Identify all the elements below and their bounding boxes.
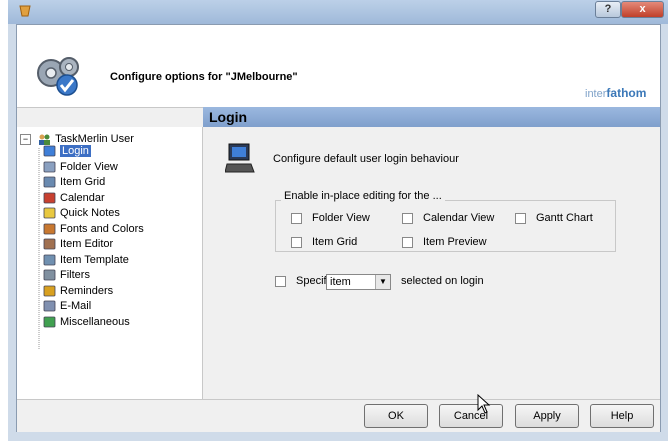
specify-checkbox[interactable]: Specify xyxy=(275,275,332,288)
login-description: Configure default user login behaviour xyxy=(273,153,459,165)
apply-button[interactable]: Apply xyxy=(515,404,579,428)
help-button[interactable]: Help xyxy=(590,404,654,428)
misc-icon xyxy=(43,316,56,328)
grid-icon xyxy=(43,176,56,188)
mouse-cursor-icon xyxy=(477,394,491,414)
specify-dropdown[interactable]: item ▼ xyxy=(326,274,391,290)
options-tree: − TaskMerlin User Login Folder View Item G… xyxy=(17,127,203,399)
calendar-view-checkbox-box[interactable] xyxy=(402,212,413,224)
gears-check-icon xyxy=(37,57,79,96)
item-preview-checkbox[interactable]: Item Preview xyxy=(402,236,487,249)
folder-view-checkbox-box[interactable] xyxy=(291,212,302,224)
chevron-down-icon[interactable]: ▼ xyxy=(375,275,390,289)
computer-icon xyxy=(225,143,255,173)
options-dialog-window: ? x Configure options for "JMelbourne" i… xyxy=(8,0,668,441)
page-title: Login xyxy=(203,107,660,127)
tree-item-item-grid[interactable]: Item Grid xyxy=(43,175,105,189)
fonts-icon xyxy=(43,223,56,235)
item-grid-checkbox-box[interactable] xyxy=(291,236,302,248)
tree-item-e-mail[interactable]: E-Mail xyxy=(43,299,91,313)
gantt-chart-checkbox-label: Gantt Chart xyxy=(536,212,593,224)
tree-item-label: E-Mail xyxy=(60,300,92,312)
tree-item-folder-view[interactable]: Folder View xyxy=(43,160,118,174)
calendar-icon xyxy=(43,192,56,204)
tree-item-label: Folder View xyxy=(60,160,118,173)
tree-item-calendar[interactable]: Calendar xyxy=(43,191,105,205)
title-help-button[interactable]: ? xyxy=(595,1,621,18)
folder-view-checkbox[interactable]: Folder View xyxy=(291,212,370,225)
tree-item-reminders[interactable]: Reminders xyxy=(43,284,113,298)
gantt-chart-checkbox-box[interactable] xyxy=(515,212,526,224)
title-close-button[interactable]: x xyxy=(621,1,664,18)
brand-small-text: inter xyxy=(585,88,607,100)
specify-suffix-label: selected on login xyxy=(401,275,484,287)
item-preview-checkbox-box[interactable] xyxy=(402,236,413,248)
tree-item-label: Reminders xyxy=(60,284,114,297)
ok-button[interactable]: OK xyxy=(364,404,428,428)
filter-icon xyxy=(43,269,56,281)
tree-item-item-template[interactable]: Item Template xyxy=(43,253,129,267)
calendar-view-checkbox-label: Calendar View xyxy=(423,212,495,224)
tree-item-label: Miscellaneous xyxy=(60,315,130,328)
tree-item-label: Quick Notes xyxy=(60,207,120,219)
editor-icon xyxy=(43,238,56,250)
app-icon xyxy=(19,5,31,17)
tree-item-label: Item Editor xyxy=(60,238,114,250)
specify-dropdown-value: item xyxy=(330,276,351,288)
tree-item-label: Calendar xyxy=(60,191,105,204)
specify-checkbox-box[interactable] xyxy=(275,275,286,287)
calendar-view-checkbox[interactable]: Calendar View xyxy=(402,212,494,225)
tree-item-miscellaneous[interactable]: Miscellaneous xyxy=(43,315,130,329)
title-bar: ? x xyxy=(8,0,668,24)
tree-item-fonts-and-colors[interactable]: Fonts and Colors xyxy=(43,222,144,236)
item-grid-checkbox-label: Item Grid xyxy=(312,236,358,248)
dialog-footer: OK Cancel Apply Help xyxy=(17,399,660,432)
tree-item-filters[interactable]: Filters xyxy=(43,268,90,282)
tree-item-quick-notes[interactable]: Quick Notes xyxy=(43,206,120,220)
item-grid-checkbox[interactable]: Item Grid xyxy=(291,236,357,249)
login-settings-pane: Configure default user login behaviour E… xyxy=(203,127,660,399)
folder-view-checkbox-label: Folder View xyxy=(312,212,370,224)
template-icon xyxy=(43,254,56,266)
tree-item-label: Filters xyxy=(60,269,90,281)
tree-item-label: Item Template xyxy=(60,253,129,266)
tree-item-label: Item Grid xyxy=(60,176,106,188)
brand-big-text: fathom xyxy=(606,86,647,100)
item-preview-checkbox-label: Item Preview xyxy=(423,236,487,248)
inplace-editing-group-label: Enable in-place editing for the ... xyxy=(281,190,445,202)
folder-view-icon xyxy=(43,161,56,173)
computer-icon xyxy=(43,145,56,157)
tree-item-item-editor[interactable]: Item Editor xyxy=(43,237,113,251)
tree-item-label: Login xyxy=(60,145,91,157)
header-title: Configure options for "JMelbourne" xyxy=(110,71,298,83)
cancel-button[interactable]: Cancel xyxy=(439,404,503,428)
note-icon xyxy=(43,207,56,219)
tree-item-label: Fonts and Colors xyxy=(60,222,144,235)
brand-logo: interfathom xyxy=(585,86,646,100)
email-icon xyxy=(43,300,56,312)
dialog-header: Configure options for "JMelbourne" inter… xyxy=(17,25,660,108)
dialog-client: Configure options for "JMelbourne" inter… xyxy=(16,24,661,432)
tree-item-login[interactable]: Login xyxy=(43,144,91,158)
gantt-chart-checkbox[interactable]: Gantt Chart xyxy=(515,212,593,225)
bell-icon xyxy=(43,285,56,297)
